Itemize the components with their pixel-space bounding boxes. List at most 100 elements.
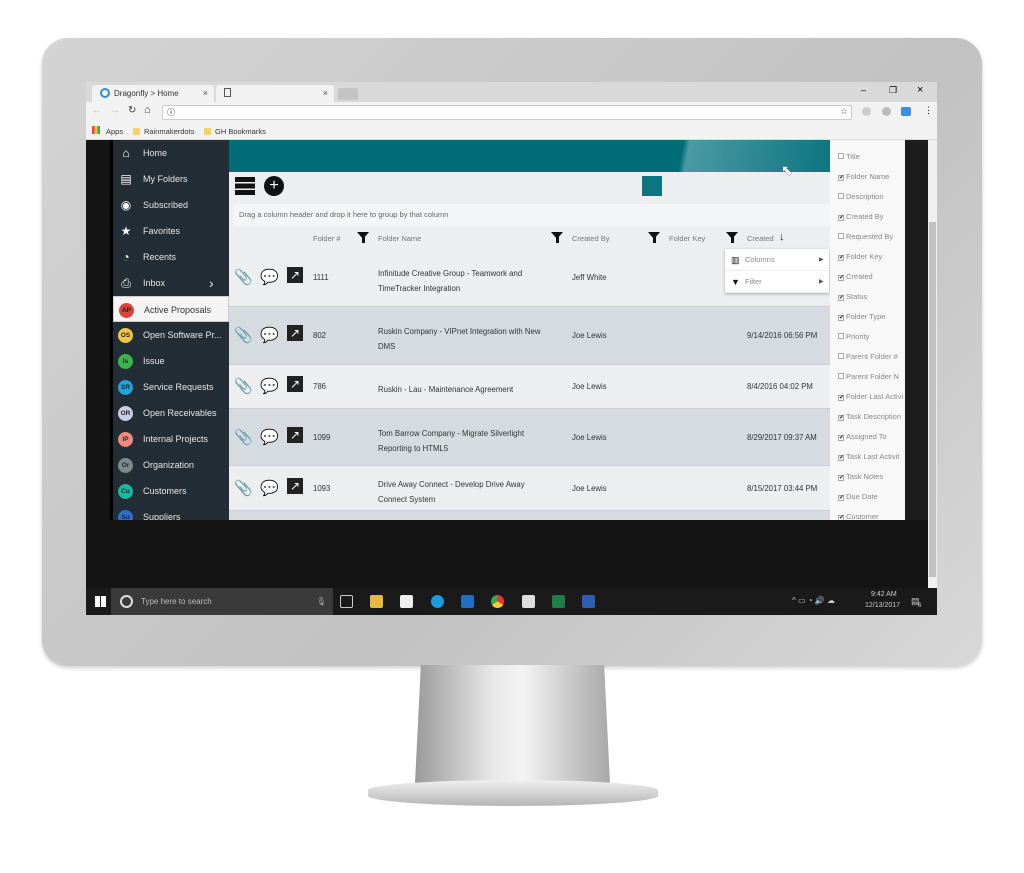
skype-icon[interactable]	[431, 595, 444, 608]
sidebar-item[interactable]: ▤ My Folders	[113, 166, 229, 192]
attachment-icon[interactable]: 📎	[234, 377, 253, 395]
menu-kebab-icon[interactable]: ⋮	[924, 105, 933, 116]
filter-icon[interactable]	[726, 232, 738, 243]
attachment-icon[interactable]: 📎	[234, 428, 253, 446]
close-tab-icon[interactable]: ×	[203, 88, 208, 98]
back-icon[interactable]: ←	[92, 105, 102, 116]
store-icon[interactable]	[400, 595, 413, 608]
comments-icon[interactable]: 💬	[260, 268, 279, 286]
column-toggle[interactable]: Title	[838, 152, 860, 161]
word-icon[interactable]	[582, 595, 595, 608]
column-toggle[interactable]: ✔ Folder Key	[838, 252, 882, 261]
open-external-icon[interactable]: ↗	[287, 477, 303, 494]
comments-icon[interactable]: 💬	[260, 428, 279, 446]
attachment-icon[interactable]: 📎	[234, 479, 253, 497]
sidebar-item[interactable]: SR Service Requests	[113, 374, 229, 400]
folder-name[interactable]: Infinitude Creative Group - Teamwork and…	[378, 266, 522, 296]
checkbox-unchecked[interactable]	[838, 153, 844, 159]
comments-icon[interactable]: 💬	[260, 479, 279, 497]
clock-time[interactable]: 9:42 AM	[871, 591, 897, 598]
filter-icon[interactable]	[551, 232, 563, 243]
checkbox-unchecked[interactable]	[838, 353, 844, 359]
extension-icon[interactable]	[882, 107, 891, 116]
new-tab-button[interactable]	[338, 88, 358, 100]
open-external-icon[interactable]: ↗	[287, 376, 303, 392]
grid-view-icon[interactable]	[235, 177, 255, 195]
checkbox-checked[interactable]: ✔	[838, 495, 844, 501]
open-external-icon[interactable]: ↗	[287, 426, 303, 443]
column-toggle[interactable]: ✔ Status	[838, 292, 867, 301]
column-header-folder-key[interactable]: Folder Key	[669, 234, 705, 243]
color-swatch-button[interactable]	[642, 176, 662, 196]
sidebar-item[interactable]: IP Internal Projects	[113, 426, 229, 452]
microphone-icon[interactable]: 🎙	[316, 588, 326, 615]
column-header-folder-num[interactable]: Folder #	[313, 234, 341, 243]
checkbox-checked[interactable]: ✔	[838, 295, 844, 301]
menu-item-filter[interactable]: ▼ Filter ▶	[725, 271, 829, 293]
sidebar-item[interactable]: ★ Favorites	[113, 218, 229, 244]
column-toggle[interactable]: ✔ Folder Type	[838, 312, 885, 321]
sidebar-item[interactable]: ◉ Subscribed	[113, 192, 229, 218]
column-toggle[interactable]: Description	[838, 192, 884, 201]
add-icon[interactable]: +	[264, 176, 284, 196]
minimize-button[interactable]: –	[861, 85, 866, 95]
sidebar-item[interactable]: ◔ Recents	[113, 244, 229, 270]
table-row[interactable]: 📎 💬 ↗ 1099 Tom Barrow Company - Migrate …	[229, 409, 830, 466]
column-toggle[interactable]: ✔ Assigned To	[838, 432, 887, 441]
sidebar-item[interactable]: Cu Customers	[113, 478, 229, 504]
folder-name[interactable]: Tom Barrow Company - Migrate Silverlight…	[378, 426, 524, 456]
home-icon[interactable]: ⌂	[144, 104, 151, 116]
extension-icon[interactable]	[901, 107, 911, 116]
table-row[interactable]: 📎 💬 ↗ 802 Ruskin Company - VIPnet Integr…	[229, 307, 830, 365]
folder-name[interactable]: Drive Away Connect - Develop Drive Away C…	[378, 477, 525, 507]
column-toggle[interactable]: Requested By	[838, 232, 893, 241]
checkbox-checked[interactable]: ✔	[838, 435, 844, 441]
table-row[interactable]: 📎 💬 ↗ 786 Ruskin - Lau - Maintenance Agr…	[229, 365, 830, 409]
address-bar[interactable]: ⓘ	[162, 105, 852, 120]
bookmark-star-icon[interactable]: ☆	[840, 106, 848, 117]
bookmark-apps[interactable]: Apps	[106, 127, 123, 136]
comments-icon[interactable]: 💬	[260, 377, 279, 395]
chevron-right-icon[interactable]: ›	[209, 270, 214, 296]
checkbox-checked[interactable]: ✔	[838, 215, 844, 221]
sidebar-item[interactable]: OR Open Receivables	[113, 400, 229, 426]
column-toggle[interactable]: ✔ Folder Name	[838, 172, 889, 181]
task-view-icon[interactable]	[340, 595, 353, 608]
reload-icon[interactable]: ↻	[128, 105, 136, 116]
group-by-drop-zone[interactable]: Drag a column header and drop it here to…	[233, 204, 830, 226]
close-window-button[interactable]: ×	[917, 84, 923, 96]
column-toggle[interactable]: Parent Folder #	[838, 352, 898, 361]
bookmark-rainmakerdots[interactable]: Rainmakerdots	[133, 127, 194, 136]
column-toggle[interactable]: ✔ Due Date	[838, 492, 878, 501]
outlook-icon[interactable]	[461, 595, 474, 608]
column-toggle[interactable]: ✔ Created	[838, 272, 873, 281]
open-external-icon[interactable]: ↗	[287, 267, 303, 283]
column-toggle[interactable]: ✔ Customer	[838, 512, 879, 520]
checkbox-unchecked[interactable]	[838, 333, 844, 339]
table-row[interactable]: 📎 💬 ↗ 1093 Drive Away Connect - Develop …	[229, 466, 830, 511]
column-toggle[interactable]: ✔ Task Description	[838, 412, 901, 421]
column-toggle[interactable]: Priority	[838, 332, 869, 341]
close-tab-icon[interactable]: ×	[323, 88, 328, 98]
column-header-created[interactable]: Created	[747, 234, 774, 243]
sidebar-item[interactable]: OS Open Software Pr...	[113, 322, 229, 348]
sidebar-item[interactable]: Or Organization	[113, 452, 229, 478]
forward-icon[interactable]: →	[110, 105, 120, 116]
checkbox-unchecked[interactable]	[838, 373, 844, 379]
column-header-folder-name[interactable]: Folder Name	[378, 234, 421, 243]
table-row[interactable]	[229, 511, 830, 520]
checkbox-checked[interactable]: ✔	[838, 255, 844, 261]
excel-icon[interactable]	[552, 595, 565, 608]
menu-item-columns[interactable]: ▥ Columns ▶	[725, 249, 829, 271]
column-toggle[interactable]: ✔ Folder Last Activi	[838, 392, 903, 401]
column-toggle[interactable]: ✔ Task Notes	[838, 472, 883, 481]
maximize-button[interactable]: ❐	[889, 85, 897, 96]
checkbox-checked[interactable]: ✔	[838, 455, 844, 461]
checkbox-checked[interactable]: ✔	[838, 275, 844, 281]
filter-icon[interactable]	[648, 232, 660, 243]
checkbox-checked[interactable]: ✔	[838, 415, 844, 421]
column-toggle[interactable]: ✔ Task Last Activit	[838, 452, 899, 461]
checkbox-unchecked[interactable]	[838, 193, 844, 199]
windows-start-icon[interactable]	[95, 596, 106, 607]
checkbox-unchecked[interactable]	[838, 233, 844, 239]
